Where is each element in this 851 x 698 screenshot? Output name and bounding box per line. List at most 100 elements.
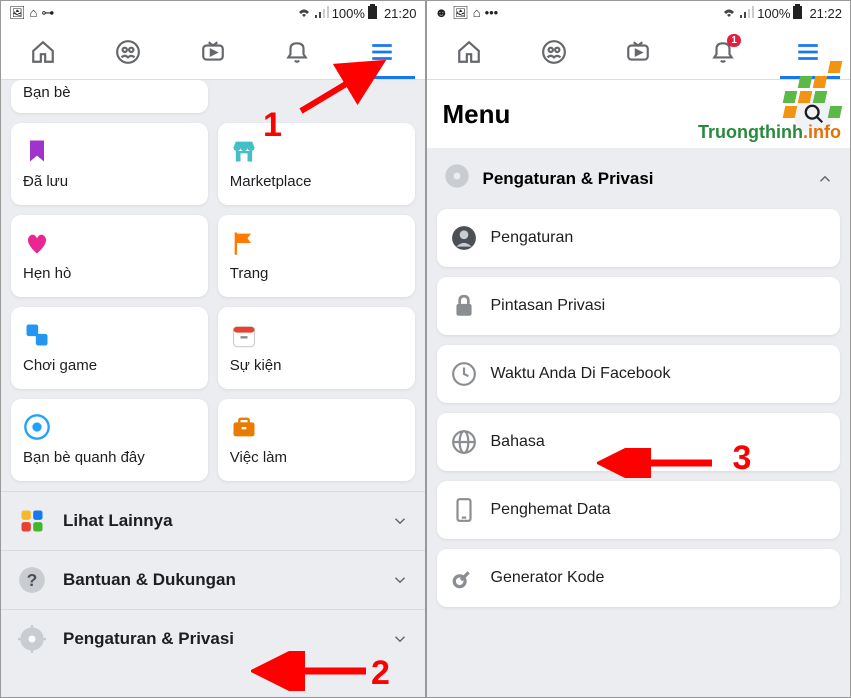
card-marketplace[interactable]: Marketplace: [218, 123, 415, 205]
key-icon: [451, 565, 477, 591]
help-icon: ?: [17, 565, 47, 595]
nav-groups[interactable]: [112, 36, 144, 68]
item-label: Bahasa: [491, 433, 545, 451]
clock-time: 21:22: [809, 6, 842, 21]
apps-icon: [17, 506, 47, 536]
card-pages[interactable]: Trang: [218, 215, 415, 297]
item-label: Penghemat Data: [491, 501, 611, 519]
status-image-icon: 🖼: [9, 5, 26, 21]
gear-icon: [17, 624, 47, 654]
user-gear-icon: [451, 225, 477, 251]
item-time-on-fb[interactable]: Waktu Anda Di Facebook: [437, 345, 841, 403]
card-dating[interactable]: Hẹn hò: [11, 215, 208, 297]
lock-icon: [451, 293, 477, 319]
item-privacy-shortcuts[interactable]: Pintasan Privasi: [437, 277, 841, 335]
nav-menu[interactable]: [366, 36, 398, 68]
card-label: Sự kiện: [230, 357, 403, 374]
nav-groups[interactable]: [538, 36, 570, 68]
card-label: Marketplace: [230, 173, 403, 190]
calendar-icon: [230, 321, 258, 349]
status-messenger-icon: ☻: [435, 5, 449, 21]
card-nearby[interactable]: Bạn bè quanh đây: [11, 399, 208, 481]
shortcut-grid: Đã lưu Marketplace Hẹn hò Trang Chơi gam…: [1, 113, 425, 491]
card-gaming[interactable]: Chơi game: [11, 307, 208, 389]
item-label: Waktu Anda Di Facebook: [491, 365, 671, 383]
nav-notifications[interactable]: [281, 36, 313, 68]
card-events[interactable]: Sự kiện: [218, 307, 415, 389]
phone-right: ☻ 🖼 ⌂ ••• 100% 21:22: [426, 0, 851, 698]
nav-home[interactable]: [27, 36, 59, 68]
wifi-icon: [721, 5, 737, 22]
nav-home[interactable]: [453, 36, 485, 68]
gear-icon: [443, 162, 471, 195]
notification-badge: 1: [727, 34, 741, 47]
chevron-down-icon: [391, 630, 409, 648]
nav-watch[interactable]: [197, 36, 229, 68]
row-settings-privacy[interactable]: Pengaturan & Privasi: [1, 609, 425, 668]
card-label: Trang: [230, 265, 403, 282]
game-icon: [23, 321, 51, 349]
card-label: Việc làm: [230, 449, 403, 466]
heart-icon: [23, 229, 51, 257]
card-jobs[interactable]: Việc làm: [218, 399, 415, 481]
top-nav: 1: [427, 25, 851, 80]
section-settings-privacy[interactable]: Pengaturan & Privasi: [427, 148, 851, 209]
bottom-list: Lihat Lainnya ? Bantuan & Dukungan Penga…: [1, 491, 425, 668]
menu-header: Menu: [427, 80, 851, 148]
search-button[interactable]: [794, 94, 834, 134]
item-code-generator[interactable]: Generator Kode: [437, 549, 841, 607]
right-content: Menu Pengaturan & Privasi Pengaturan Pin…: [427, 80, 851, 697]
chevron-down-icon: [391, 512, 409, 530]
briefcase-icon: [230, 413, 258, 441]
menu-title-text: Menu: [443, 99, 511, 130]
nav-menu[interactable]: [792, 36, 824, 68]
store-icon: [230, 137, 258, 165]
search-icon: [803, 103, 825, 125]
battery-percent: 100%: [757, 6, 790, 21]
row-help[interactable]: ? Bantuan & Dukungan: [1, 550, 425, 609]
battery-percent: 100%: [332, 6, 365, 21]
chevron-up-icon: [816, 170, 834, 188]
signal-icon: [314, 5, 330, 22]
nav-notifications[interactable]: 1: [707, 36, 739, 68]
wifi-icon: [296, 5, 312, 22]
item-bahasa[interactable]: Bahasa: [437, 413, 841, 471]
status-home-icon: ⌂: [30, 5, 38, 21]
nav-watch[interactable]: [622, 36, 654, 68]
row-see-more[interactable]: Lihat Lainnya: [1, 491, 425, 550]
battery-icon: [792, 4, 803, 23]
card-label: Bạn bè quanh đây: [23, 449, 196, 466]
signal-icon: [739, 5, 755, 22]
battery-icon: [367, 4, 378, 23]
item-pengaturan[interactable]: Pengaturan: [437, 209, 841, 267]
chevron-down-icon: [391, 571, 409, 589]
svg-text:?: ?: [27, 570, 38, 590]
item-label: Pengaturan: [491, 229, 574, 247]
item-label: Generator Kode: [491, 569, 605, 587]
flag-icon: [230, 229, 258, 257]
item-label: Pintasan Privasi: [491, 297, 606, 315]
card-friends-clipped[interactable]: Bạn bè: [11, 80, 208, 113]
nearby-icon: [23, 413, 51, 441]
status-key-icon: ⊶: [41, 5, 54, 21]
row-label: Pengaturan & Privasi: [63, 629, 375, 649]
card-label: Bạn bè: [23, 84, 196, 101]
card-label: Hẹn hò: [23, 265, 196, 282]
status-more-icon: •••: [485, 5, 499, 21]
section-label: Pengaturan & Privasi: [483, 169, 805, 189]
phone-left: 🖼 ⌂ ⊶ 100% 21:20: [0, 0, 426, 698]
row-label: Bantuan & Dukungan: [63, 570, 375, 590]
item-data-saver[interactable]: Penghemat Data: [437, 481, 841, 539]
card-label: Chơi game: [23, 357, 196, 374]
bookmark-icon: [23, 137, 51, 165]
clock-time: 21:20: [384, 6, 417, 21]
status-bar: ☻ 🖼 ⌂ ••• 100% 21:22: [427, 1, 851, 25]
globe-icon: [451, 429, 477, 455]
clock-icon: [451, 361, 477, 387]
status-bar: 🖼 ⌂ ⊶ 100% 21:20: [1, 1, 425, 25]
top-nav: [1, 25, 425, 80]
settings-list: Pengaturan Pintasan Privasi Waktu Anda D…: [427, 209, 851, 607]
phone-icon: [451, 497, 477, 523]
card-saved[interactable]: Đã lưu: [11, 123, 208, 205]
card-label: Đã lưu: [23, 173, 196, 190]
